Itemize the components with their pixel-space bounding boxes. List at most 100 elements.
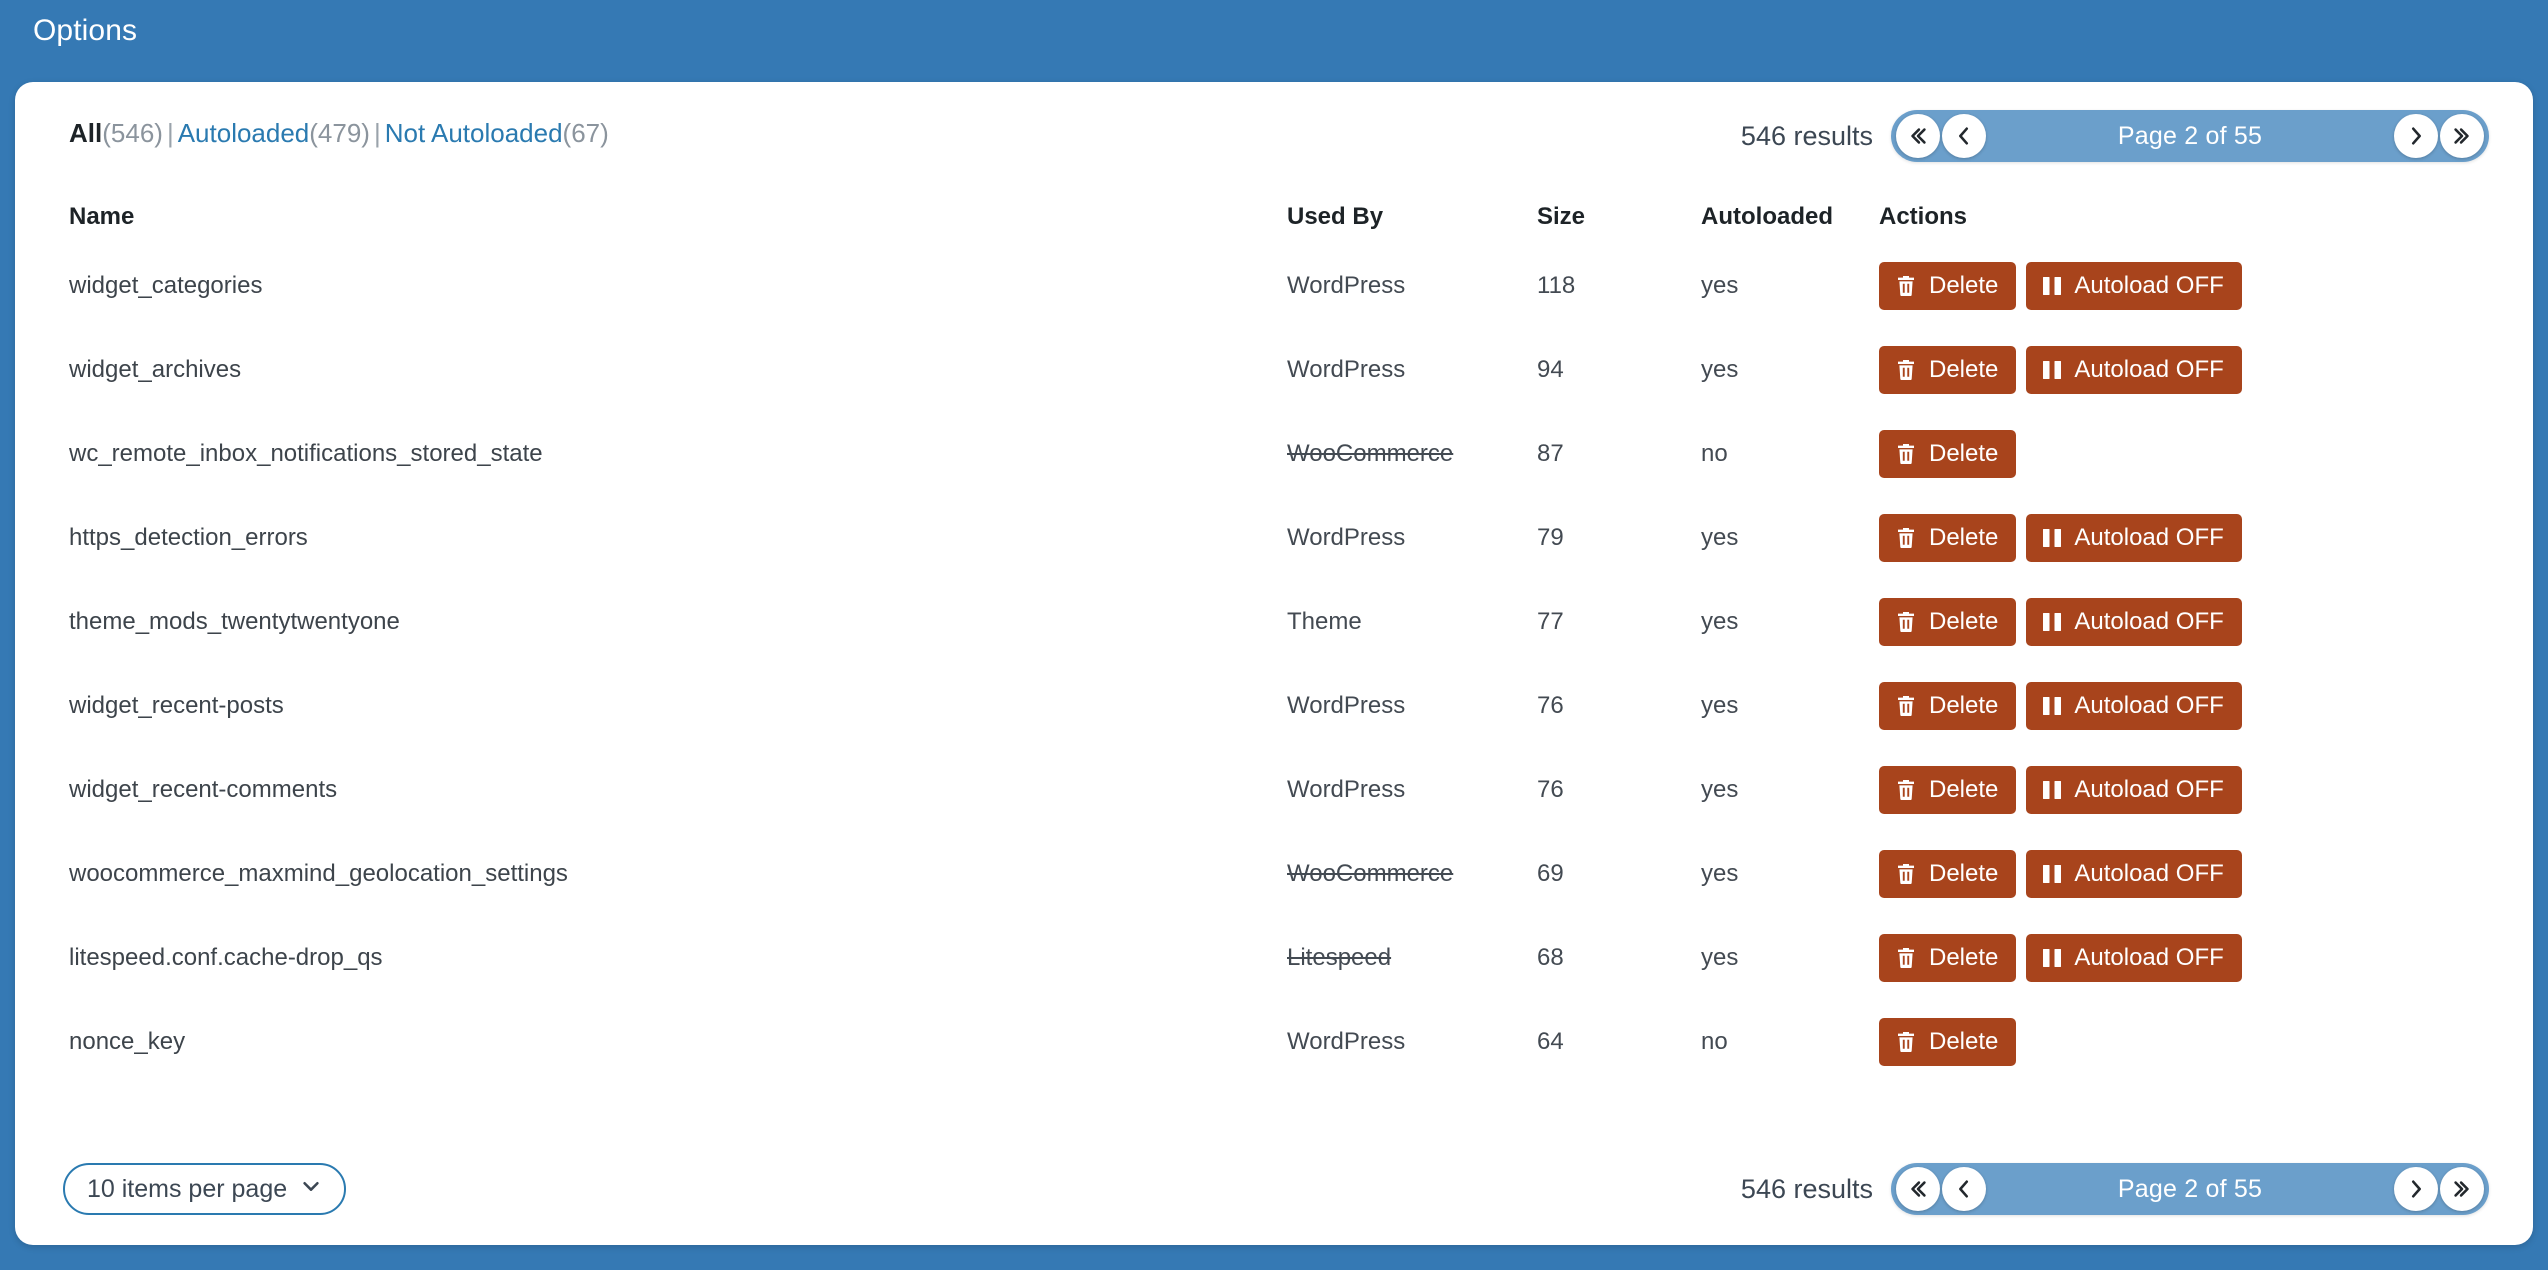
items-per-page-select[interactable]: 10 items per page	[63, 1163, 347, 1215]
delete-button-label: Delete	[1929, 524, 1999, 551]
first-page-button-bottom[interactable]	[1896, 1167, 1940, 1211]
option-name: widget_recent-posts	[69, 692, 284, 719]
option-name: https_detection_errors	[69, 524, 308, 551]
trash-icon	[1894, 526, 1918, 550]
option-autoloaded: no	[1701, 1028, 1728, 1055]
column-header-used-by: Used By	[1287, 203, 1384, 230]
column-header-size: Size	[1537, 203, 1586, 230]
delete-button[interactable]: Delete	[1879, 514, 2017, 562]
filter-link-all[interactable]: All	[69, 118, 102, 148]
last-page-button-bottom[interactable]	[2440, 1167, 2484, 1211]
delete-button-label: Delete	[1929, 356, 1999, 383]
autoload-off-button[interactable]: Autoload OFF	[2026, 514, 2243, 562]
filter-count-not-autoloaded: (67)	[562, 118, 609, 148]
row-actions: Delete Autoload OFF	[1879, 934, 2489, 982]
autoload-off-button[interactable]: Autoload OFF	[2026, 598, 2243, 646]
option-autoloaded: yes	[1701, 860, 1739, 887]
option-size: 77	[1537, 608, 1564, 635]
option-name: widget_categories	[69, 272, 263, 299]
pause-icon	[2041, 862, 2063, 886]
autoload-off-button[interactable]: Autoload OFF	[2026, 262, 2243, 310]
option-used-by: Theme	[1287, 608, 1362, 635]
page-title: Options	[33, 14, 138, 47]
option-used-by: WordPress	[1287, 356, 1406, 383]
row-actions: Delete Autoload OFF	[1879, 262, 2489, 310]
first-page-button-top[interactable]	[1896, 114, 1940, 158]
chevron-right-icon	[2405, 125, 2427, 147]
table-body: widget_categories WordPress 118 yes Delete Au…	[15, 244, 2533, 1084]
option-autoloaded: yes	[1701, 944, 1739, 971]
delete-button-label: Delete	[1929, 692, 1999, 719]
option-used-by: WordPress	[1287, 524, 1406, 551]
filter-link-autoloaded[interactable]: Autoloaded	[178, 118, 310, 148]
column-header-autoloaded: Autoloaded	[1701, 203, 1833, 230]
chevron-down-icon	[300, 1175, 322, 1204]
autoload-off-button[interactable]: Autoload OFF	[2026, 346, 2243, 394]
option-size: 69	[1537, 860, 1564, 887]
filter-links: All(546) | Autoloaded(479) | Not Autoloaded(…	[69, 120, 609, 146]
filter-count-all: (546)	[102, 118, 163, 148]
row-actions: Delete Autoload OFF	[1879, 346, 2489, 394]
autoload-off-button[interactable]: Autoload OFF	[2026, 682, 2243, 730]
delete-button[interactable]: Delete	[1879, 1018, 2017, 1066]
delete-button[interactable]: Delete	[1879, 934, 2017, 982]
row-actions: Delete Autoload OFF	[1879, 850, 2489, 898]
autoload-off-button[interactable]: Autoload OFF	[2026, 766, 2243, 814]
delete-button-label: Delete	[1929, 1028, 1999, 1055]
column-header-actions: Actions	[1879, 203, 1968, 230]
autoload-off-button[interactable]: Autoload OFF	[2026, 934, 2243, 982]
filter-link-not-autoloaded[interactable]: Not Autoloaded	[385, 118, 563, 148]
next-page-button-top[interactable]	[2394, 114, 2438, 158]
pager-top: Page 2 of 55	[1891, 110, 2489, 162]
options-table: Name Used By Size Autoloaded Actions wid…	[15, 190, 2533, 1084]
option-size: 87	[1537, 440, 1564, 467]
delete-button[interactable]: Delete	[1879, 850, 2017, 898]
autoload-off-button[interactable]: Autoload OFF	[2026, 850, 2243, 898]
option-size: 64	[1537, 1028, 1564, 1055]
prev-page-button-bottom[interactable]	[1942, 1167, 1986, 1211]
chevron-right-icon	[2405, 1178, 2427, 1200]
delete-button[interactable]: Delete	[1879, 346, 2017, 394]
delete-button[interactable]: Delete	[1879, 598, 2017, 646]
delete-button[interactable]: Delete	[1879, 682, 2017, 730]
delete-button[interactable]: Delete	[1879, 766, 2017, 814]
delete-button[interactable]: Delete	[1879, 262, 2017, 310]
table-row: theme_mods_twentytwentyone Theme 77 yes Dele…	[15, 580, 2533, 664]
results-count-bottom: 546 results	[1740, 1173, 1873, 1204]
option-name: litespeed.conf.cache-drop_qs	[69, 944, 383, 971]
pause-icon	[2041, 274, 2063, 298]
filter-separator-1: |	[166, 118, 174, 148]
filter-count-autoloaded: (479)	[309, 118, 370, 148]
next-page-button-bottom[interactable]	[2394, 1167, 2438, 1211]
double-chevron-left-icon	[1907, 1178, 1929, 1200]
filter-separator-2: |	[373, 118, 381, 148]
double-chevron-left-icon	[1907, 125, 1929, 147]
option-name: wc_remote_inbox_notifications_stored_sta…	[69, 440, 543, 467]
last-page-button-top[interactable]	[2440, 114, 2484, 158]
trash-icon	[1894, 442, 1918, 466]
double-chevron-right-icon	[2451, 125, 2473, 147]
table-row: nonce_key WordPress 64 no Delete	[15, 1000, 2533, 1084]
prev-page-button-top[interactable]	[1942, 114, 1986, 158]
option-autoloaded: yes	[1701, 524, 1739, 551]
table-row: https_detection_errors WordPress 79 yes Dele…	[15, 496, 2533, 580]
trash-icon	[1894, 274, 1918, 298]
delete-button-label: Delete	[1929, 776, 1999, 803]
option-size: 76	[1537, 776, 1564, 803]
option-name: nonce_key	[69, 1028, 186, 1055]
pause-icon	[2041, 358, 2063, 382]
option-used-by: WooCommerce	[1287, 860, 1454, 887]
chevron-left-icon	[1953, 125, 1975, 147]
options-card: All(546) | Autoloaded(479) | Not Autoloaded(…	[15, 82, 2533, 1245]
option-autoloaded: yes	[1701, 356, 1739, 383]
option-used-by: Litespeed	[1287, 944, 1392, 971]
autoload-off-button-label: Autoload OFF	[2074, 356, 2224, 383]
option-autoloaded: yes	[1701, 692, 1739, 719]
pause-icon	[2041, 778, 2063, 802]
delete-button-label: Delete	[1929, 440, 1999, 467]
pager-bottom: Page 2 of 55	[1891, 1163, 2489, 1215]
trash-icon	[1894, 946, 1918, 970]
autoload-off-button-label: Autoload OFF	[2074, 692, 2224, 719]
table-row: wc_remote_inbox_notifications_stored_sta…	[15, 412, 2533, 496]
delete-button[interactable]: Delete	[1879, 430, 2017, 478]
